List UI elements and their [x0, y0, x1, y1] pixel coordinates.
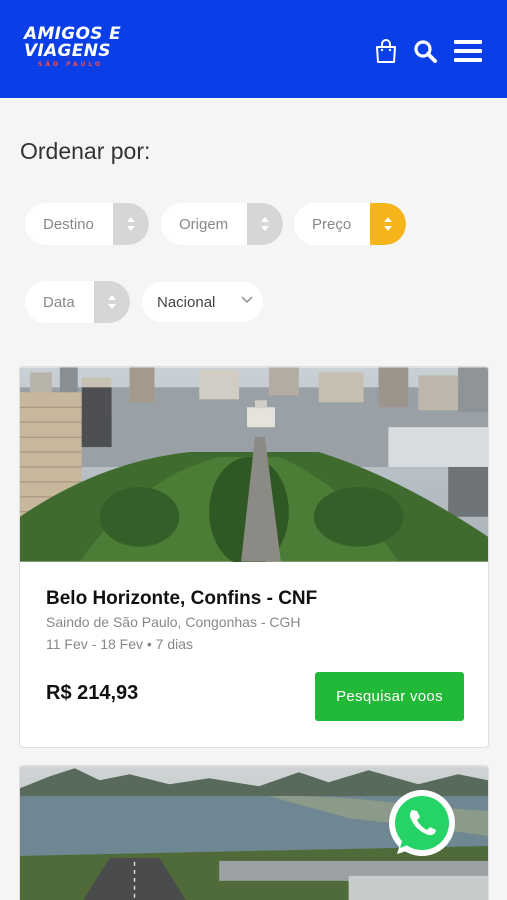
sort-arrows-icon: [113, 203, 149, 245]
sort-data-button[interactable]: Data: [25, 281, 130, 323]
destination-title: Belo Horizonte, Confins - CNF: [46, 588, 318, 609]
sort-arrows-icon: [247, 203, 283, 245]
whatsapp-chat-button[interactable]: [385, 788, 459, 862]
sort-option-label: Origem: [179, 215, 229, 233]
trip-dates: 11 Fev - 18 Fev • 7 dias: [46, 636, 194, 652]
sort-destino-button[interactable]: Destino: [25, 203, 149, 245]
sort-option-label: Preço: [312, 215, 352, 233]
logo-line-2: VIAGENS: [24, 41, 111, 61]
sort-option-label: Data: [43, 293, 75, 311]
destination-photo: [20, 367, 488, 562]
sort-arrows-icon: [94, 281, 130, 323]
sort-option-label: Destino: [43, 215, 94, 233]
sort-arrows-icon: [370, 203, 406, 245]
search-flights-button[interactable]: Pesquisar voos: [315, 672, 464, 721]
sort-origem-button[interactable]: Origem: [161, 203, 283, 245]
sort-title: Ordenar por:: [20, 138, 151, 164]
menu-icon[interactable]: [453, 36, 483, 66]
search-icon[interactable]: [410, 36, 440, 66]
scope-select-value: Nacional: [157, 293, 216, 311]
chevron-down-icon: [241, 296, 253, 304]
price-value: R$ 214,93: [46, 682, 139, 704]
brand-logo[interactable]: AMIGOS E VIAGENS SÃO PAULO: [24, 26, 121, 69]
sort-preco-button[interactable]: Preço: [294, 203, 406, 245]
logo-subtitle: SÃO PAULO: [38, 61, 104, 68]
origin-text: Saindo de São Paulo, Congonhas - CGH: [46, 614, 301, 630]
app-header: AMIGOS E VIAGENS SÃO PAULO: [0, 0, 507, 98]
shopping-bag-icon[interactable]: [371, 36, 401, 66]
whatsapp-icon: [389, 790, 455, 856]
scope-select[interactable]: Nacional: [142, 282, 263, 322]
flight-result-card: Belo Horizonte, Confins - CNF Saindo de …: [19, 366, 489, 748]
